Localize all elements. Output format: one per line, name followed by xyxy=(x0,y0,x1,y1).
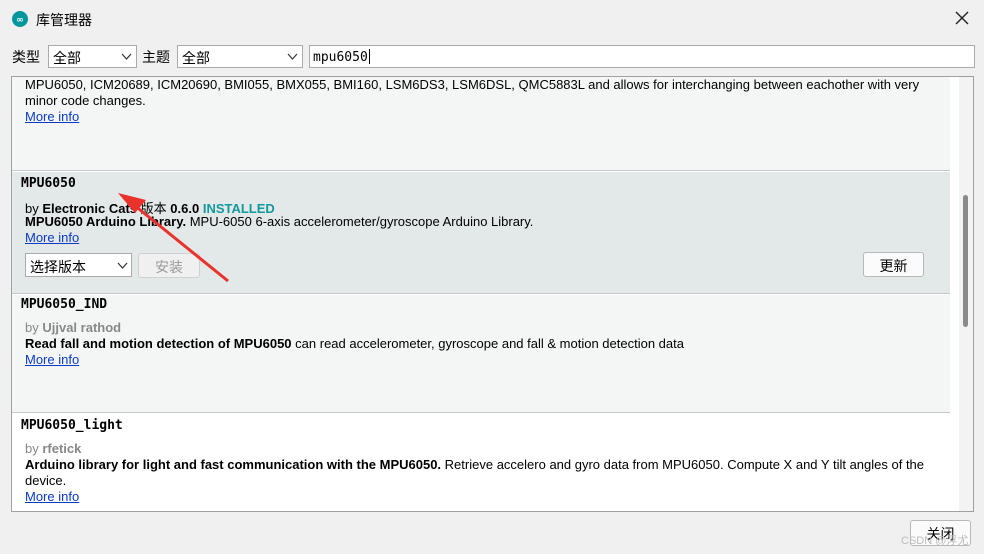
title-bar: ∞ 库管理器 xyxy=(0,0,984,38)
by-prefix: by xyxy=(25,320,39,335)
library-author: Ujjval rathod xyxy=(42,320,122,335)
version-select[interactable]: 选择版本 xyxy=(25,253,132,277)
more-info-link[interactable]: More info xyxy=(25,352,79,367)
description-text: can read accelerometer, gyroscope and fa… xyxy=(295,336,684,351)
topic-label: 主题 xyxy=(142,49,170,65)
scrollbar-thumb[interactable] xyxy=(963,195,968,327)
library-author: rfetick xyxy=(42,441,82,456)
library-description: MPU6050, ICM20689, ICM20690, BMI055, BMX… xyxy=(25,77,920,108)
library-item-selected[interactable]: MPU6050 by Electronic Cats 版本 0.6.0 INST… xyxy=(12,172,950,294)
library-description: Arduino library for light and fast commu… xyxy=(25,457,935,489)
library-item[interactable]: MPU6050_IND by Ujjval rathod Read fall a… xyxy=(12,295,950,413)
by-prefix: by xyxy=(25,441,39,456)
chevron-down-icon xyxy=(287,53,298,60)
window-title: 库管理器 xyxy=(36,12,92,28)
filter-bar: 类型 全部 主题 全部 mpu6050 xyxy=(0,44,984,70)
text-caret xyxy=(368,49,370,64)
library-description: Read fall and motion detection of MPU605… xyxy=(25,336,684,351)
description-bold: Read fall and motion detection of MPU605… xyxy=(25,336,292,351)
library-meta: by Ujjval rathod xyxy=(25,320,121,335)
close-icon[interactable] xyxy=(952,8,972,28)
library-name: MPU6050_IND xyxy=(21,297,108,312)
watermark: CSDN @浮尤 xyxy=(901,535,969,547)
description-text: MPU-6050 6-axis accelerometer/gyroscope … xyxy=(189,214,534,229)
library-item[interactable]: MPU6050_light by rfetick Arduino library… xyxy=(12,416,950,511)
description-bold: Arduino library for light and fast commu… xyxy=(25,457,442,472)
chevron-down-icon xyxy=(121,53,132,60)
search-input[interactable]: mpu6050 xyxy=(309,45,975,68)
more-info-link[interactable]: More info xyxy=(25,489,79,504)
description-bold: MPU6050 Arduino Library. xyxy=(25,214,187,229)
library-description: MPU6050 Arduino Library. MPU-6050 6-axis… xyxy=(25,214,533,229)
topic-select-value: 全部 xyxy=(182,50,210,66)
topic-select[interactable]: 全部 xyxy=(177,45,303,68)
type-select[interactable]: 全部 xyxy=(48,45,137,68)
version-select-value: 选择版本 xyxy=(30,259,86,275)
type-label: 类型 xyxy=(12,49,40,65)
more-info-link[interactable]: More info xyxy=(25,109,79,124)
chevron-down-icon xyxy=(117,262,128,269)
library-name: MPU6050 xyxy=(21,176,76,191)
library-name: MPU6050_light xyxy=(21,418,123,433)
arduino-logo-icon: ∞ xyxy=(12,11,28,27)
more-info-link[interactable]: More info xyxy=(25,230,79,245)
type-select-value: 全部 xyxy=(53,50,81,66)
search-input-value: mpu6050 xyxy=(313,50,368,65)
library-meta: by rfetick xyxy=(25,441,81,456)
install-button[interactable]: 安装 xyxy=(138,253,200,278)
library-list[interactable]: MPU6050, ICM20689, ICM20690, BMI055, BMX… xyxy=(11,76,974,512)
library-item[interactable]: MPU6050, ICM20689, ICM20690, BMI055, BMX… xyxy=(12,77,950,171)
svg-text:∞: ∞ xyxy=(16,16,24,26)
vertical-scrollbar[interactable] xyxy=(959,77,973,511)
update-button[interactable]: 更新 xyxy=(863,252,924,277)
